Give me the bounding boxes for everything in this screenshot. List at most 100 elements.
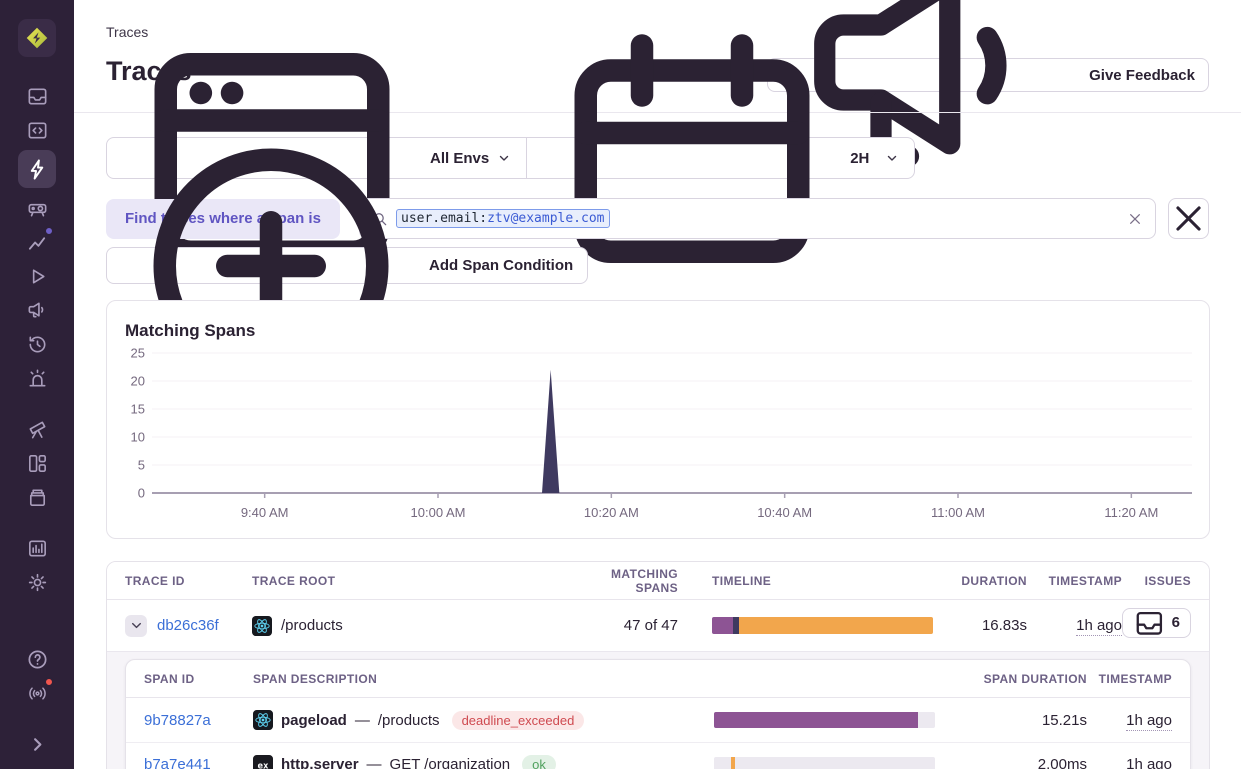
- col-timestamp: TIMESTAMP: [1049, 574, 1122, 588]
- sidebar-item-metrics[interactable]: [20, 225, 54, 259]
- sidebar-item-discover[interactable]: [20, 412, 54, 446]
- collapse-row-button[interactable]: [125, 615, 147, 637]
- react-icon: [252, 616, 272, 636]
- svg-text:9:40 AM: 9:40 AM: [241, 505, 289, 520]
- sidebar-item-performance[interactable]: [20, 191, 54, 225]
- sidebar-item-history[interactable]: [20, 327, 54, 361]
- span-duration: 2.00ms: [1038, 756, 1087, 769]
- sidebar-item-help[interactable]: [20, 642, 54, 676]
- play-icon: [26, 265, 49, 288]
- svg-text:15: 15: [131, 402, 145, 417]
- svg-text:20: 20: [131, 374, 145, 389]
- span-search-input[interactable]: user.email:ztv@example.com: [359, 198, 1156, 239]
- lightning-icon: [26, 158, 49, 181]
- history-icon: [26, 333, 49, 356]
- separator: —: [367, 756, 382, 769]
- close-icon: [1169, 199, 1208, 238]
- col-span-timestamp: TIMESTAMP: [1099, 672, 1172, 686]
- trace-row: db26c36f /products 47 of 47 16.83s 1h ag…: [107, 600, 1209, 652]
- sidebar-item-releases[interactable]: [20, 480, 54, 514]
- expanded-trace-region: SPAN ID SPAN DESCRIPTION SPAN DURATION T…: [107, 652, 1209, 769]
- help-icon: [26, 648, 49, 671]
- svg-text:0: 0: [138, 486, 145, 501]
- svg-text:10:00 AM: 10:00 AM: [411, 505, 466, 520]
- span-op: pageload: [281, 712, 347, 729]
- svg-text:25: 25: [131, 346, 145, 361]
- span-timestamp[interactable]: 1h ago: [1126, 756, 1172, 769]
- sidebar-item-user-feedback[interactable]: [20, 293, 54, 327]
- chevron-down-icon: [885, 151, 899, 165]
- add-span-condition-label: Add Span Condition: [429, 257, 573, 274]
- trace-root-name: /products: [281, 617, 343, 634]
- issues-button[interactable]: 6: [1122, 608, 1191, 638]
- span-id-link[interactable]: 9b78827a: [144, 712, 211, 729]
- svg-text:10:20 AM: 10:20 AM: [584, 505, 639, 520]
- matching-spans-count: 47 of 47: [624, 617, 678, 634]
- telescope-icon: [26, 418, 49, 441]
- chart-canvas: 0 5 10 15 20 25 9:40 AM 10:00 AM 10:20 AM 10:40 A…: [107, 337, 1209, 537]
- col-span-description: SPAN DESCRIPTION: [253, 672, 680, 686]
- remove-condition-button[interactable]: [1168, 198, 1209, 239]
- col-trace-root: TRACE ROOT: [252, 574, 568, 588]
- react-icon: [253, 710, 273, 730]
- span-timestamp[interactable]: 1h ago: [1126, 712, 1172, 731]
- trace-duration: 16.83s: [982, 617, 1027, 634]
- sidebar-item-projects[interactable]: [20, 113, 54, 147]
- siren-icon: [26, 367, 49, 390]
- search-token-value: ztv@example.com: [487, 211, 604, 226]
- clear-search-icon[interactable]: [1127, 211, 1143, 227]
- notification-dot: [44, 226, 54, 236]
- search-token[interactable]: user.email:ztv@example.com: [396, 209, 610, 228]
- chevron-down-icon: [497, 151, 511, 165]
- issues-icon: [26, 85, 49, 108]
- add-span-condition-button[interactable]: Add Span Condition: [106, 247, 588, 284]
- timeline-segment: [739, 617, 933, 634]
- chevron-right-icon: [26, 733, 49, 756]
- span-table-header: SPAN ID SPAN DESCRIPTION SPAN DURATION T…: [126, 660, 1190, 698]
- sidebar-item-replays[interactable]: [20, 259, 54, 293]
- app-logo[interactable]: [18, 19, 56, 57]
- sidebar-item-traces[interactable]: [18, 150, 56, 188]
- svg-text:ex: ex: [257, 760, 269, 769]
- sidebar-item-collapse[interactable]: [20, 727, 54, 761]
- environment-label: All Envs: [430, 150, 489, 167]
- chevron-down-icon: [130, 619, 143, 632]
- col-span-duration: SPAN DURATION: [984, 672, 1087, 686]
- span-description: /products: [378, 712, 440, 729]
- span-id-link[interactable]: b7a7e441: [144, 756, 211, 769]
- span-duration: 15.21s: [1042, 712, 1087, 729]
- timeline-segment: [731, 757, 736, 769]
- col-issues: ISSUES: [1145, 574, 1191, 588]
- sidebar-item-issues[interactable]: [20, 79, 54, 113]
- trace-table-header: TRACE ID TRACE ROOT MATCHING SPANS TIMEL…: [107, 562, 1209, 600]
- span-description: GET /organization: [390, 756, 511, 769]
- svg-text:10: 10: [131, 430, 145, 445]
- svg-text:11:00 AM: 11:00 AM: [931, 505, 985, 520]
- sidebar-item-dashboards[interactable]: [20, 446, 54, 480]
- give-feedback-label: Give Feedback: [1089, 67, 1195, 84]
- svg-text:11:20 AM: 11:20 AM: [1104, 505, 1158, 520]
- gear-icon: [26, 571, 49, 594]
- status-badge: ok: [522, 755, 556, 769]
- svg-text:5: 5: [138, 458, 145, 473]
- sidebar-item-stats[interactable]: [20, 531, 54, 565]
- sidebar-item-alerts[interactable]: [20, 361, 54, 395]
- main-content: Traces Traces Give Feedback All Envs 2H …: [74, 0, 1241, 769]
- trace-timestamp[interactable]: 1h ago: [1076, 617, 1122, 636]
- sidebar-item-whats-new[interactable]: [20, 676, 54, 710]
- col-span-id: SPAN ID: [144, 672, 253, 686]
- col-matching-spans: MATCHING SPANS: [568, 567, 678, 595]
- span-timeline: [714, 757, 935, 769]
- sidebar: [0, 0, 74, 769]
- trace-id-link[interactable]: db26c36f: [157, 617, 219, 634]
- time-range-selector[interactable]: 2H: [527, 138, 914, 178]
- projector-icon: [26, 197, 49, 220]
- sidebar-nav-bottom: [20, 642, 54, 761]
- megaphone-icon: [26, 299, 49, 322]
- svg-text:10:40 AM: 10:40 AM: [757, 505, 812, 520]
- projects-icon: [26, 119, 49, 142]
- inbox-icon: [1133, 607, 1166, 640]
- matching-spans-panel: Matching Spans 05101520259:40 AM10:00 AM…: [106, 300, 1210, 539]
- archive-icon: [26, 486, 49, 509]
- sidebar-item-settings[interactable]: [20, 565, 54, 599]
